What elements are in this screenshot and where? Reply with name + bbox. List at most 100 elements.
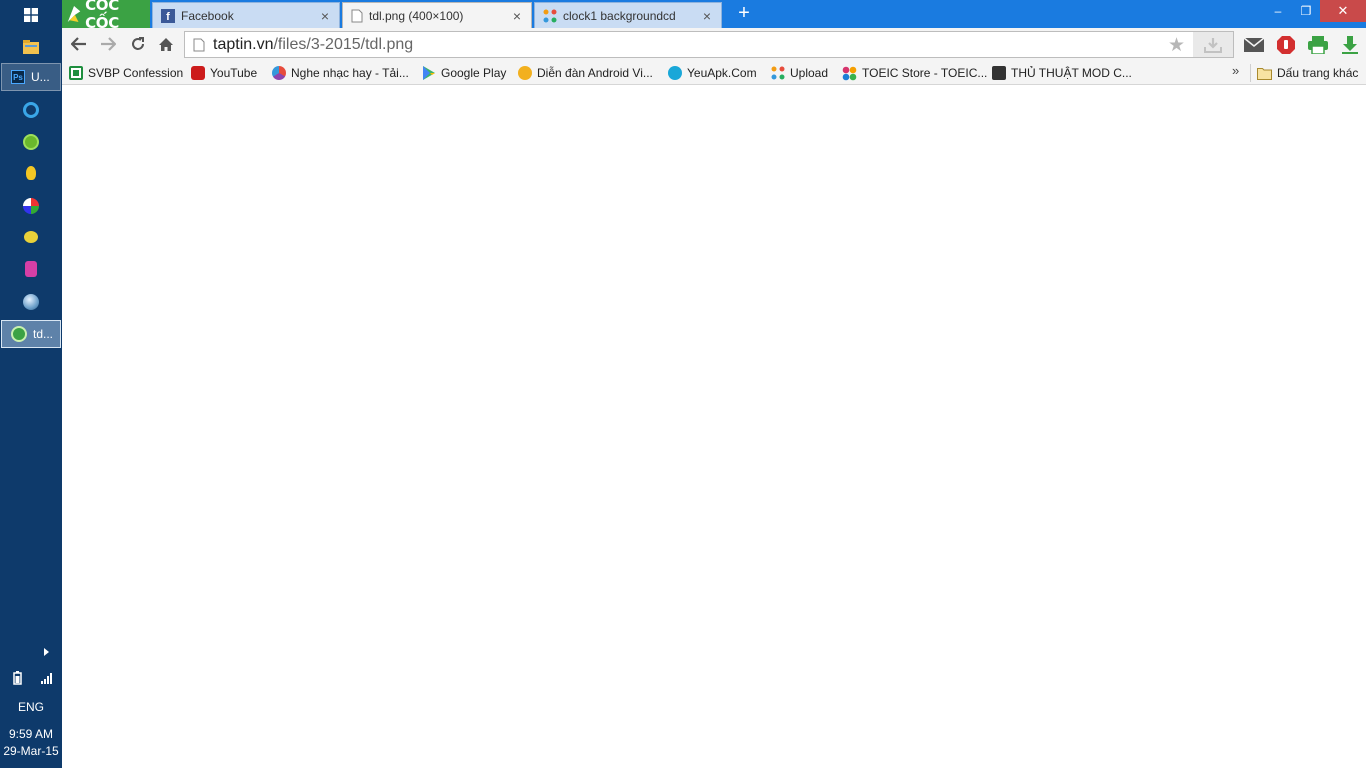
taskbar-item-label: U... [31, 70, 50, 84]
bookmarks-bar: SVBP Confession YouTube Nghe nhạc hay - … [62, 61, 1366, 85]
page-content [62, 86, 1366, 768]
taskbar-item-coccoc[interactable] [0, 95, 62, 125]
taskbar-file-explorer[interactable] [0, 32, 62, 62]
bookmark-label: Dấu trang khác [1277, 66, 1359, 80]
taskbar-item-coccoc-window[interactable]: td... [1, 320, 61, 348]
bookmarks-divider [1250, 64, 1251, 82]
tray-icons [10, 670, 54, 686]
bookmark-star-icon[interactable]: ★ [1168, 34, 1185, 57]
bookmark-label: Google Play [441, 66, 507, 80]
joomla-icon [771, 66, 785, 80]
reload-button[interactable] [125, 32, 151, 56]
media-player-icon [23, 198, 39, 214]
adblock-icon [1277, 36, 1295, 54]
tab-close-icon[interactable]: × [319, 8, 331, 24]
tab-facebook[interactable]: f Facebook × [152, 2, 340, 28]
reload-icon [132, 37, 144, 50]
taskbar-item-utorrent[interactable] [0, 127, 62, 157]
joomla-icon [543, 9, 557, 22]
download-arrow-icon [1342, 36, 1358, 54]
coccoc-leaf-icon [67, 5, 81, 23]
bookmark-label: YouTube [210, 66, 258, 80]
toeic-icon [842, 66, 857, 80]
show-hidden-icons-icon[interactable] [44, 648, 49, 656]
home-icon [159, 37, 173, 51]
bookmark-label: YeuApk.Com [687, 66, 757, 80]
globe-icon [23, 294, 39, 310]
adblock-button[interactable] [1275, 34, 1297, 56]
tab-close-icon[interactable]: × [701, 8, 713, 24]
taskbar-item-media-player[interactable] [0, 191, 62, 221]
other-bookmarks-folder[interactable]: Dấu trang khác [1257, 64, 1358, 82]
bookmark-label: SVBP Confession [88, 66, 184, 80]
tab-title: tdl.png (400×100) [369, 9, 464, 23]
maximize-button[interactable]: ❐ [1292, 0, 1320, 22]
tab-strip: CỐC CỐC f Facebook × tdl.png (400×100) ×… [62, 0, 1366, 32]
taskbar-item-photoshop[interactable]: Ps U... [1, 63, 61, 91]
tab-clock1[interactable]: clock1 backgroundcd × [534, 2, 722, 28]
url-host: taptin.vn [213, 35, 274, 53]
url-text[interactable]: taptin.vn/files/3-2015/tdl.png [213, 36, 413, 54]
window-controls: – ❐ ✕ [1264, 0, 1366, 22]
address-bar[interactable]: taptin.vn/files/3-2015/tdl.png ★ [184, 31, 1234, 58]
taskbar-item-bird[interactable] [0, 222, 62, 252]
clock-time[interactable]: 9:59 AM [0, 727, 62, 741]
google-play-icon [423, 66, 435, 80]
print-icon [1308, 36, 1328, 54]
power-icon[interactable] [10, 671, 24, 685]
mail-icon [1244, 38, 1264, 52]
bookmark-label: TOEIC Store - TOEIC... [862, 66, 988, 80]
folder-icon [23, 40, 39, 54]
minimize-button[interactable]: – [1264, 0, 1292, 22]
tab-tdl-png[interactable]: tdl.png (400×100) × [342, 2, 532, 29]
bookmark-thu-thuat-mod[interactable]: THỦ THUẬT MOD C... [992, 64, 1132, 82]
forward-button[interactable] [95, 32, 121, 56]
tab-close-icon[interactable]: × [511, 8, 523, 24]
taskbar-item-globe[interactable] [0, 287, 62, 317]
yellow-app-icon [26, 166, 36, 180]
browser-toolbar: taptin.vn/files/3-2015/tdl.png ★ [62, 28, 1366, 61]
smiley-icon [518, 66, 532, 80]
bookmark-upload[interactable]: Upload [771, 64, 828, 82]
spreadsheet-icon [69, 66, 83, 80]
bookmark-label: THỦ THUẬT MOD C... [1011, 66, 1132, 80]
pink-app-icon [25, 261, 37, 277]
bookmark-youtube[interactable]: YouTube [191, 64, 257, 82]
bookmark-label: Upload [790, 66, 829, 80]
yeuapk-icon [668, 66, 682, 80]
bookmark-dien-dan-android[interactable]: Diễn đàn Android Vi... [518, 64, 653, 82]
coccoc-logo[interactable]: CỐC CỐC [62, 0, 150, 32]
mail-button[interactable] [1243, 34, 1265, 56]
back-button[interactable] [66, 32, 92, 56]
bookmark-nghe-nhac[interactable]: Nghe nhạc hay - Tải... [272, 64, 409, 82]
taskbar-item-yellow-app[interactable] [0, 158, 62, 188]
close-button[interactable]: ✕ [1320, 0, 1366, 22]
back-arrow-icon [71, 37, 86, 51]
bookmarks-overflow-button[interactable]: » [1232, 63, 1239, 78]
folder-icon [1257, 67, 1272, 80]
page-download-button[interactable] [1193, 32, 1233, 57]
bird-icon [24, 231, 38, 243]
network-signal-icon[interactable] [40, 672, 54, 684]
downloads-button[interactable] [1339, 34, 1361, 56]
tab-title: Facebook [181, 8, 234, 23]
bookmark-svbp-confession[interactable]: SVBP Confession [69, 64, 183, 82]
home-button[interactable] [153, 32, 179, 56]
bookmark-yeuapk[interactable]: YeuApk.Com [668, 64, 757, 82]
music-icon [272, 66, 286, 80]
page-icon [193, 38, 205, 51]
mod-icon [992, 66, 1006, 80]
page-icon [351, 9, 363, 23]
language-indicator[interactable]: ENG [0, 700, 62, 714]
url-path: /files/3-2015/tdl.png [273, 35, 414, 53]
bookmark-toeic-store[interactable]: TOEIC Store - TOEIC... [842, 64, 987, 82]
clock-date[interactable]: 29-Mar-15 [0, 744, 62, 758]
taskbar-item-pink-app[interactable] [0, 254, 62, 284]
start-button[interactable] [0, 0, 62, 30]
taskbar: Ps U... td... ENG 9:59 AM 29-Mar-15 [0, 0, 62, 768]
print-button[interactable] [1307, 34, 1329, 56]
bookmark-google-play[interactable]: Google Play [422, 64, 506, 82]
windows-logo-icon [24, 8, 38, 22]
photoshop-icon: Ps [11, 70, 25, 84]
new-tab-button[interactable]: + [734, 3, 754, 24]
